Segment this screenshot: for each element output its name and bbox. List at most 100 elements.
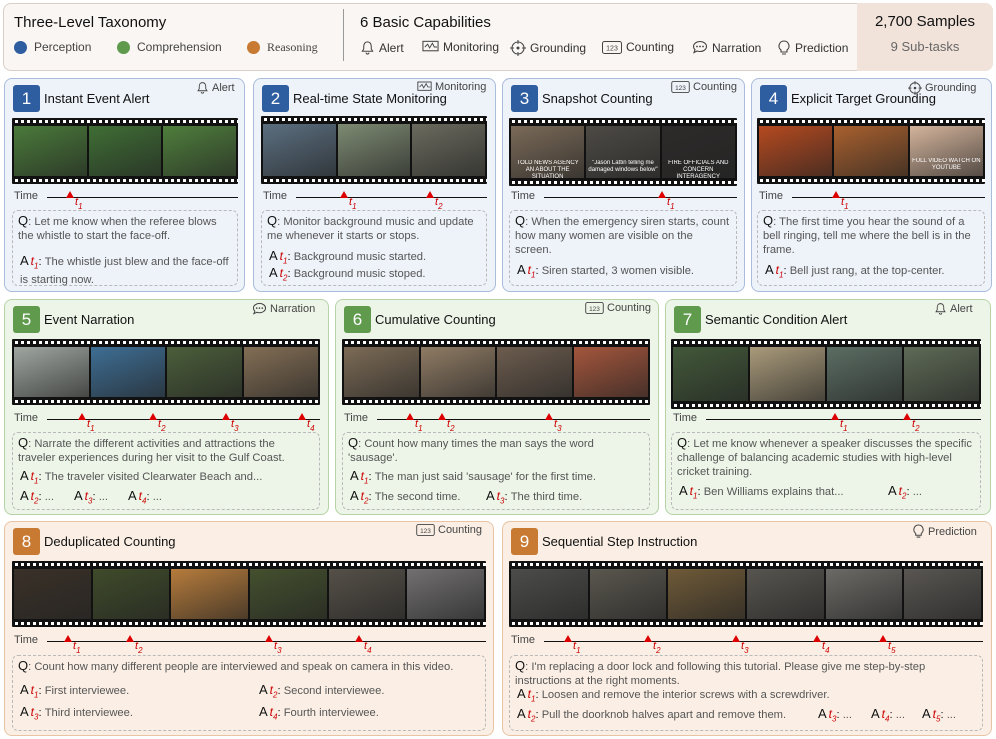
time-label: Time <box>14 634 39 646</box>
capability-tag: 123 Counting <box>671 81 737 93</box>
task-number-badge: 9 <box>511 528 538 555</box>
timestamp-marker: t3 <box>265 635 282 655</box>
video-frame <box>673 347 748 401</box>
video-frame <box>344 347 419 397</box>
video-frame <box>825 569 903 619</box>
timestamp-marker: t1 <box>64 635 81 655</box>
video-frame <box>250 569 327 619</box>
svg-text:123: 123 <box>675 85 686 92</box>
triangle-marker-icon <box>406 413 414 420</box>
video-frame <box>407 569 484 619</box>
time-label: Time <box>511 190 536 202</box>
subtasks-count: 9 Sub-tasks <box>890 39 960 54</box>
video-frame <box>90 347 165 397</box>
capabilities-title: 6 Basic Capabilities <box>360 14 491 31</box>
answer-text: At3: Third interviewee. <box>20 704 133 722</box>
video-frame <box>589 569 667 619</box>
timestamp-marker: t1 <box>831 413 848 433</box>
triangle-marker-icon <box>355 635 363 642</box>
frame-caption: FIRE OFFICIALS AND CONCERN INTERAGENCY O… <box>668 160 729 178</box>
answer-text: At1: First interviewee. <box>20 682 130 700</box>
video-frame <box>827 347 902 401</box>
time-label: Time <box>14 412 39 424</box>
video-frame <box>14 569 91 619</box>
video-frame <box>834 126 908 176</box>
task-number-badge: 2 <box>262 85 289 112</box>
bulb-icon <box>778 40 790 55</box>
video-frame <box>904 569 981 619</box>
triangle-marker-icon <box>66 191 74 198</box>
frame-caption: TOLD NEWS AGENCY AN ABOUT THE SITUATION <box>516 160 579 178</box>
triangle-marker-icon <box>831 413 839 420</box>
task-title: Cumulative Counting <box>375 312 496 327</box>
answer-text: At1: Bell just rang, at the top-center. <box>765 262 945 280</box>
cap-counting: 123 Counting <box>602 40 674 54</box>
video-frame <box>668 569 745 619</box>
time-label: Time <box>759 190 784 202</box>
triangle-marker-icon <box>879 635 887 642</box>
task-number-badge: 3 <box>511 85 538 112</box>
timestamp-marker: t1 <box>564 635 581 655</box>
timestamp-marker: t1 <box>78 413 95 433</box>
question-text: Q: I'm replacing a door lock and followi… <box>515 658 926 688</box>
answer-text: At1: Background music started. <box>269 248 427 266</box>
answer-text: At2: The second time. <box>350 488 461 506</box>
timestamp-marker: t2 <box>126 635 143 655</box>
video-frame <box>167 347 242 397</box>
answer-text: At4: ... <box>128 488 163 506</box>
time-label: Time <box>673 412 698 424</box>
triangle-marker-icon <box>813 635 821 642</box>
task-number-badge: 1 <box>13 85 40 112</box>
speech-bubble-icon <box>252 302 267 315</box>
task-number-badge: 6 <box>344 306 371 333</box>
triangle-marker-icon <box>340 191 348 198</box>
capability-tag: Alert <box>196 81 235 94</box>
timestamp-marker: t5 <box>879 635 896 655</box>
timestamp-marker: t2 <box>426 191 443 211</box>
question-text: Q: Let me know whenever a speaker discus… <box>677 435 972 479</box>
video-frame <box>171 569 248 619</box>
legend-reasoning: Reasoning <box>247 40 318 55</box>
timestamp-marker: t1 <box>66 191 83 211</box>
task-number-badge: 7 <box>674 306 701 333</box>
triangle-marker-icon <box>545 413 553 420</box>
timestamp-marker: t2 <box>903 413 920 433</box>
triangle-marker-icon <box>658 191 666 198</box>
answer-text: At4: Fourth interviewee. <box>259 704 379 722</box>
taxonomy-title: Three-Level Taxonomy <box>14 14 167 31</box>
capability-tag: Monitoring <box>417 81 486 93</box>
bell-icon <box>361 41 374 55</box>
video-filmstrip <box>12 118 238 184</box>
timestamp-marker: t2 <box>149 413 166 433</box>
timestamp-marker: t4 <box>355 635 372 655</box>
video-frame <box>497 347 572 397</box>
timestamp-marker: t3 <box>222 413 239 433</box>
video-filmstrip <box>757 118 985 184</box>
video-frame <box>263 124 336 176</box>
timestamp-marker: t2 <box>438 413 455 433</box>
legend-comprehension: Comprehension <box>117 40 222 54</box>
timestamp-marker: t1 <box>832 191 849 211</box>
task-title: Real-time State Monitoring <box>293 91 447 106</box>
video-frame <box>750 347 825 401</box>
counter-icon: 123 <box>416 524 435 536</box>
counter-icon: 123 <box>602 40 622 54</box>
task-title: Event Narration <box>44 312 135 327</box>
video-frame <box>163 126 236 176</box>
timestamp-marker: t3 <box>732 635 749 655</box>
answer-text: At1: The whistle just blew and the face-… <box>20 253 229 287</box>
answer-text: At2: Second interviewee. <box>259 682 385 700</box>
answer-text: At5: ... <box>922 706 957 724</box>
video-filmstrip <box>342 339 650 405</box>
svg-text:123: 123 <box>606 45 618 52</box>
cap-monitoring: Monitoring <box>422 40 499 54</box>
video-filmstrip <box>509 561 983 627</box>
question-text: Q: Let me know when the referee blows th… <box>18 213 217 243</box>
capability-tag: Alert <box>934 302 973 315</box>
bell-icon <box>197 82 208 94</box>
video-filmstrip <box>12 339 320 405</box>
task-title: Sequential Step Instruction <box>542 534 698 549</box>
capability-tag: Grounding <box>908 81 976 95</box>
task-title: Semantic Condition Alert <box>705 312 848 327</box>
video-frame <box>14 347 89 397</box>
